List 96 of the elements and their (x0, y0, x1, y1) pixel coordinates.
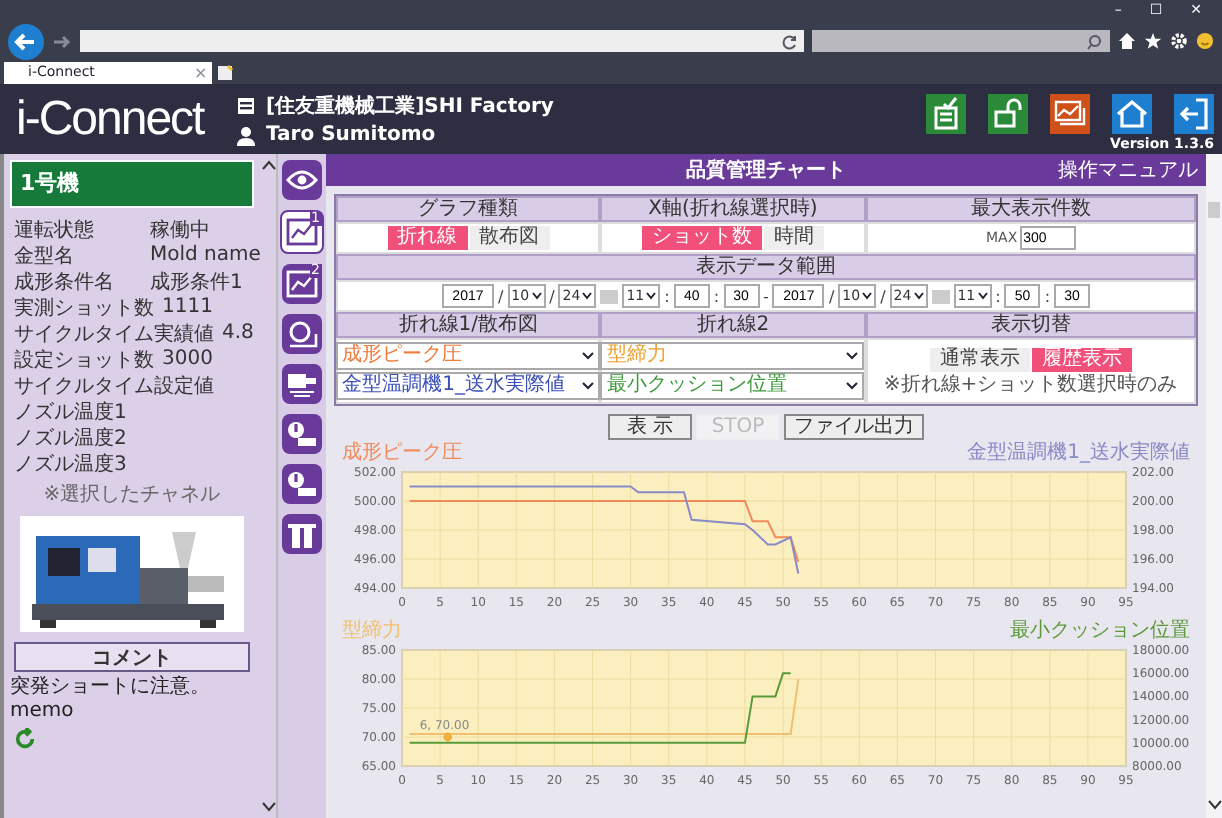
nav-button[interactable] (282, 160, 322, 200)
field-value: 成形条件1 (150, 269, 243, 295)
page-title: 品質管理チャート (686, 157, 846, 184)
caret-icon (846, 352, 859, 360)
separator: : (713, 287, 720, 305)
separator: : (995, 287, 1001, 305)
scroll-thumb[interactable] (1208, 202, 1220, 218)
settings-icon[interactable] (1170, 32, 1188, 51)
channel-select[interactable]: 最小クッション位置 (600, 372, 865, 400)
separator: / (497, 287, 504, 305)
nav-button[interactable]: 1 (280, 210, 324, 254)
new-tab-icon[interactable] (216, 63, 234, 82)
caret-icon (582, 382, 595, 390)
y-axis-label: 成形ピーク圧 (342, 442, 462, 464)
app-logo: i-Connect (16, 91, 207, 147)
address-bar[interactable] (80, 30, 804, 53)
action-button[interactable]: 表 示 (608, 414, 692, 440)
tab-close-button[interactable]: × (194, 63, 210, 82)
forward-icon[interactable] (52, 31, 72, 52)
search-icon (1086, 33, 1102, 50)
factory-name: [住友重機械工業]SHI Factory (266, 93, 554, 120)
manual-link[interactable]: 操作マニュアル (1058, 156, 1198, 184)
scroll-up-icon[interactable] (261, 160, 275, 170)
field-label: ノズル温度3 (14, 451, 129, 477)
nav-button[interactable] (282, 464, 322, 504)
memo-text: 突発ショートに注意。memo (10, 676, 212, 724)
nav-button[interactable] (282, 514, 322, 554)
scroll-down-icon[interactable] (1207, 800, 1221, 810)
nav-button[interactable] (282, 414, 322, 454)
section-header: 折れ線2 (600, 312, 866, 338)
caret-icon (646, 292, 657, 300)
section-header: 折れ線1/散布図 (336, 312, 601, 338)
toggle-option[interactable]: 時間 (763, 226, 824, 250)
comment-button[interactable]: コメント (14, 642, 250, 672)
section-header: 表示データ範囲 (336, 254, 1196, 280)
field-value: 1111 (162, 296, 213, 318)
action-button[interactable]: ファイル出力 (784, 414, 924, 440)
caret-icon (582, 352, 595, 360)
field-label: 成形条件名 (14, 269, 116, 295)
display-note: ※折れ線+ショット数選択時のみ (883, 373, 1178, 395)
star-icon[interactable] (1144, 32, 1162, 51)
caret-icon (913, 292, 924, 300)
search-field[interactable] (812, 30, 1110, 53)
factory-icon (236, 96, 256, 116)
separator: : (664, 287, 670, 305)
logout-icon[interactable] (1174, 93, 1214, 133)
channel-select[interactable]: 金型温調機1_送水実際値 (336, 372, 601, 400)
unlock-icon[interactable] (988, 93, 1028, 133)
field-label: サイクルタイム設定値 (14, 373, 214, 399)
nav-button[interactable]: 2 (282, 264, 322, 304)
section-header: 表示切替 (865, 312, 1196, 338)
caret-icon (846, 382, 859, 390)
y-axis-label: 最小クッション位置 (1010, 620, 1190, 642)
field-label: 運転状態 (14, 217, 96, 243)
field-label: 金型名 (14, 243, 76, 269)
caret-icon (531, 292, 542, 300)
toggle-option[interactable]: 通常表示 (929, 347, 1030, 371)
section-header: X軸(折れ線選択時) (600, 196, 866, 222)
separator: / (880, 287, 886, 305)
smiley-icon[interactable] (1196, 32, 1214, 51)
charts-icon[interactable] (1050, 93, 1090, 133)
machine-name: 1号機 (10, 160, 254, 208)
separator: : (1044, 287, 1051, 305)
home-icon[interactable] (1118, 32, 1136, 51)
scroll-down-icon[interactable] (261, 802, 275, 812)
separator: / (828, 287, 835, 305)
field-label: 実測ショット数 (14, 295, 154, 321)
caret-icon (977, 292, 988, 300)
refresh-icon[interactable] (14, 728, 36, 750)
nav-button[interactable] (282, 314, 322, 354)
section-header: グラフ種類 (336, 196, 601, 222)
separator: / (549, 287, 555, 305)
caret-icon (582, 292, 593, 300)
y-axis-label: 金型温調機1_送水実際値 (967, 442, 1190, 464)
caret-icon (862, 292, 873, 300)
user-icon (236, 125, 256, 145)
channel-note: ※選択したチャネル (41, 482, 223, 508)
refresh-icon[interactable] (782, 33, 798, 50)
field-label: サイクルタイム実績値 (14, 321, 214, 347)
field-label: 設定ショット数 (14, 347, 154, 373)
home-icon[interactable] (1112, 93, 1152, 133)
separator: - (763, 287, 769, 305)
toggle-option[interactable]: 散布図 (469, 226, 550, 250)
user-name: Taro Sumitomo (266, 124, 436, 146)
checklist-icon[interactable] (926, 93, 966, 133)
field-value: 3000 (162, 348, 213, 370)
field-label: ノズル温度2 (14, 425, 129, 451)
field-value: 4.8 (222, 322, 254, 344)
field-value: Mold name (150, 244, 261, 266)
nav-button[interactable] (282, 364, 322, 404)
section-header: 最大表示件数 (865, 196, 1196, 222)
data-point (443, 732, 453, 742)
back-icon[interactable] (8, 23, 44, 60)
field-value: 稼働中 (150, 217, 210, 243)
field-label: ノズル温度1 (14, 399, 129, 425)
y-axis-label: 型締力 (342, 620, 402, 642)
